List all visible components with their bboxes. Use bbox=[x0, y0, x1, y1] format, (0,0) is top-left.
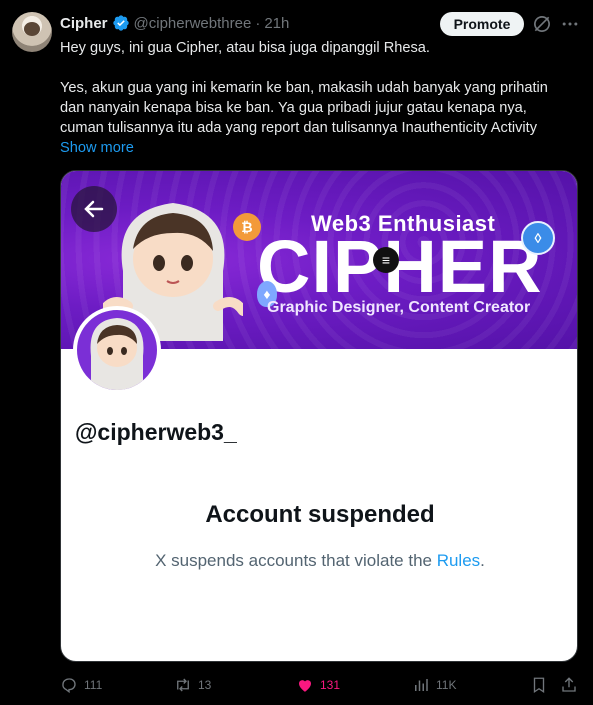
tweet-text: Hey guys, ini gua Cipher, atau bisa juga… bbox=[60, 38, 586, 158]
promote-button[interactable]: Promote bbox=[440, 12, 524, 36]
suspended-profile-handle: @cipherweb3_ bbox=[75, 419, 237, 445]
tweet-line-4: cuman tulisannya itu ada yang report dan… bbox=[60, 120, 538, 136]
repost-icon bbox=[177, 678, 189, 692]
reply-count: 111 bbox=[84, 678, 103, 692]
share-icon bbox=[562, 677, 576, 692]
suspended-title: Account suspended bbox=[205, 501, 435, 528]
suspended-message-end: . bbox=[480, 551, 485, 570]
banner-tagline: Graphic Designer, Content Creator bbox=[267, 299, 531, 316]
action-bar: 111 13 131 11K bbox=[60, 673, 586, 697]
tweet-line-2: Yes, akun gua yang ini kemarin ke ban, m… bbox=[60, 80, 548, 96]
tweet-line-1: Hey guys, ini gua Cipher, atau bisa juga… bbox=[60, 40, 430, 56]
separator-dot: · bbox=[255, 14, 261, 32]
tweet-header: Cipher @cipherwebthree · 21h bbox=[60, 12, 289, 34]
solana-icon: ≡ bbox=[373, 247, 399, 273]
reply-icon bbox=[62, 678, 76, 694]
profile-picture bbox=[73, 306, 161, 394]
bookmark-icon bbox=[533, 677, 545, 694]
profile-character-illustration bbox=[90, 318, 144, 390]
views-count: 11K bbox=[436, 678, 457, 692]
views-button[interactable]: 11K bbox=[412, 673, 456, 697]
share-button[interactable] bbox=[560, 673, 578, 697]
suspended-message: X suspends accounts that violate the Rul… bbox=[61, 551, 577, 571]
show-more-link[interactable]: Show more bbox=[60, 138, 586, 158]
bookmark-button[interactable] bbox=[530, 673, 548, 697]
author-avatar[interactable] bbox=[12, 12, 52, 52]
like-count: 131 bbox=[320, 678, 341, 692]
views-icon bbox=[415, 679, 428, 691]
repost-count: 13 bbox=[198, 678, 212, 692]
like-button[interactable]: 131 bbox=[296, 673, 340, 697]
tweet-line-3: dan nanyain kenapa bisa ke ban. Ya gua p… bbox=[60, 100, 527, 116]
author-name[interactable]: Cipher bbox=[60, 15, 108, 32]
reply-button[interactable]: 111 bbox=[60, 673, 102, 697]
grok-icon[interactable] bbox=[532, 14, 552, 34]
heart-icon bbox=[299, 680, 311, 692]
attached-image[interactable]: ₿ Web3 Enthusiast CIPHER ≡ ◊ ♦ Graphic D… bbox=[60, 170, 578, 662]
banner-title: CIPHER bbox=[257, 225, 543, 308]
rules-link: Rules bbox=[436, 551, 481, 570]
repost-button[interactable]: 13 bbox=[174, 673, 211, 697]
suspended-message-text: X suspends accounts that violate the bbox=[155, 551, 437, 570]
verified-badge-icon bbox=[112, 15, 129, 31]
author-handle[interactable]: @cipherwebthree bbox=[134, 15, 252, 32]
droplet-icon: ◊ bbox=[521, 221, 555, 255]
more-options-icon[interactable] bbox=[560, 14, 580, 34]
post-time[interactable]: 21h bbox=[264, 15, 289, 32]
